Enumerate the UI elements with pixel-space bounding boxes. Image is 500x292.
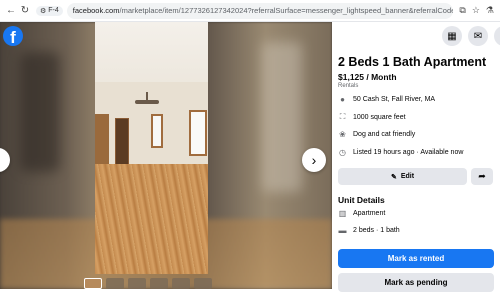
- mark-as-rented-button[interactable]: Mark as rented: [338, 249, 494, 268]
- thumbnail[interactable]: [106, 278, 124, 289]
- url-path: /marketplace/item/1277326127342024?refer…: [119, 6, 453, 15]
- thumbnail-strip: [84, 278, 212, 289]
- unit-detail-rooms: ▬ 2 beds · 1 bath: [338, 226, 400, 235]
- detail-pets-text: Dog and cat friendly: [353, 131, 415, 138]
- thumbnail[interactable]: [172, 278, 190, 289]
- unit-detail-type: ▥ Apartment: [338, 209, 385, 218]
- url-host: facebook.com: [73, 6, 120, 15]
- facebook-logo-icon[interactable]: f: [3, 26, 23, 46]
- photo-window-2: [189, 110, 207, 156]
- address-bar[interactable]: facebook.com /marketplace/item/127732612…: [67, 3, 454, 19]
- back-icon[interactable]: ←: [4, 4, 18, 18]
- detail-location: ● 50 Cash St, Fall River, MA: [338, 95, 435, 104]
- blur-shape-right: [262, 42, 302, 192]
- detail-listed-text: Listed 19 hours ago · Available now: [353, 149, 463, 156]
- tune-icon: ⚙: [40, 7, 46, 15]
- lab-flask-icon[interactable]: ⚗: [486, 5, 494, 16]
- ceiling-fan: [135, 100, 159, 104]
- reload-icon[interactable]: ↻: [18, 4, 32, 18]
- listing-category[interactable]: Rentals: [338, 83, 358, 89]
- pencil-icon: ✎: [391, 173, 397, 181]
- detail-size-text: 1000 square feet: [353, 114, 406, 121]
- panel-header: ▦ ✉ ♪: [332, 22, 500, 50]
- square-feet-icon: ⛶: [338, 112, 347, 122]
- detail-size: ⛶ 1000 square feet: [338, 112, 406, 122]
- location-pin-icon: ●: [338, 95, 347, 104]
- unit-detail-type-text: Apartment: [353, 210, 385, 217]
- listing-title: 2 Beds 1 Bath Apartment: [338, 55, 486, 69]
- unit-detail-rooms-text: 2 beds · 1 bath: [353, 227, 400, 234]
- cast-icon[interactable]: ⧉: [459, 5, 465, 16]
- clock-icon: ◷: [338, 148, 347, 157]
- grid-menu-icon[interactable]: ▦: [442, 26, 462, 46]
- listing-details-panel: ▦ ✉ ♪ 2 Beds 1 Bath Apartment $1,125 / M…: [332, 22, 500, 289]
- browser-toolbar: ← ↻ ⚙ F-4 facebook.com /marketplace/item…: [0, 0, 500, 22]
- thumbnail[interactable]: [84, 278, 102, 289]
- detail-pets: ❀ Dog and cat friendly: [338, 130, 415, 139]
- paw-icon: ❀: [338, 130, 347, 139]
- photo-hardwood-floor: [95, 164, 208, 274]
- next-photo-button[interactable]: ›: [302, 148, 326, 172]
- photo-window-1: [151, 114, 163, 148]
- share-arrow-icon: ➦: [478, 171, 486, 182]
- chevron-right-icon: ›: [312, 152, 317, 168]
- detail-location-text: 50 Cash St, Fall River, MA: [353, 96, 435, 103]
- thumbnail[interactable]: [194, 278, 212, 289]
- site-info-chip[interactable]: ⚙ F-4: [36, 6, 63, 16]
- listing-price: $1,125 / Month: [338, 72, 397, 82]
- site-info-label: F-4: [48, 7, 59, 14]
- listing-photo[interactable]: [95, 22, 208, 274]
- mark-as-pending-button[interactable]: Mark as pending: [338, 273, 494, 292]
- edit-button-label: Edit: [401, 173, 414, 180]
- blur-shape-left: [20, 52, 60, 172]
- building-icon: ▥: [338, 209, 347, 218]
- thumbnail[interactable]: [128, 278, 146, 289]
- bed-icon: ▬: [338, 226, 347, 235]
- messenger-icon[interactable]: ✉: [468, 26, 488, 46]
- bell-icon[interactable]: ♪: [494, 26, 500, 46]
- facebook-logo-letter: f: [10, 29, 16, 46]
- photo-viewer: ‹ ›: [0, 22, 332, 289]
- detail-listed: ◷ Listed 19 hours ago · Available now: [338, 148, 463, 157]
- star-icon[interactable]: ☆: [472, 5, 480, 16]
- unit-details-heading: Unit Details: [338, 195, 385, 205]
- thumbnail[interactable]: [150, 278, 168, 289]
- edit-button[interactable]: ✎ Edit: [338, 168, 467, 185]
- share-button[interactable]: ➦: [471, 168, 493, 185]
